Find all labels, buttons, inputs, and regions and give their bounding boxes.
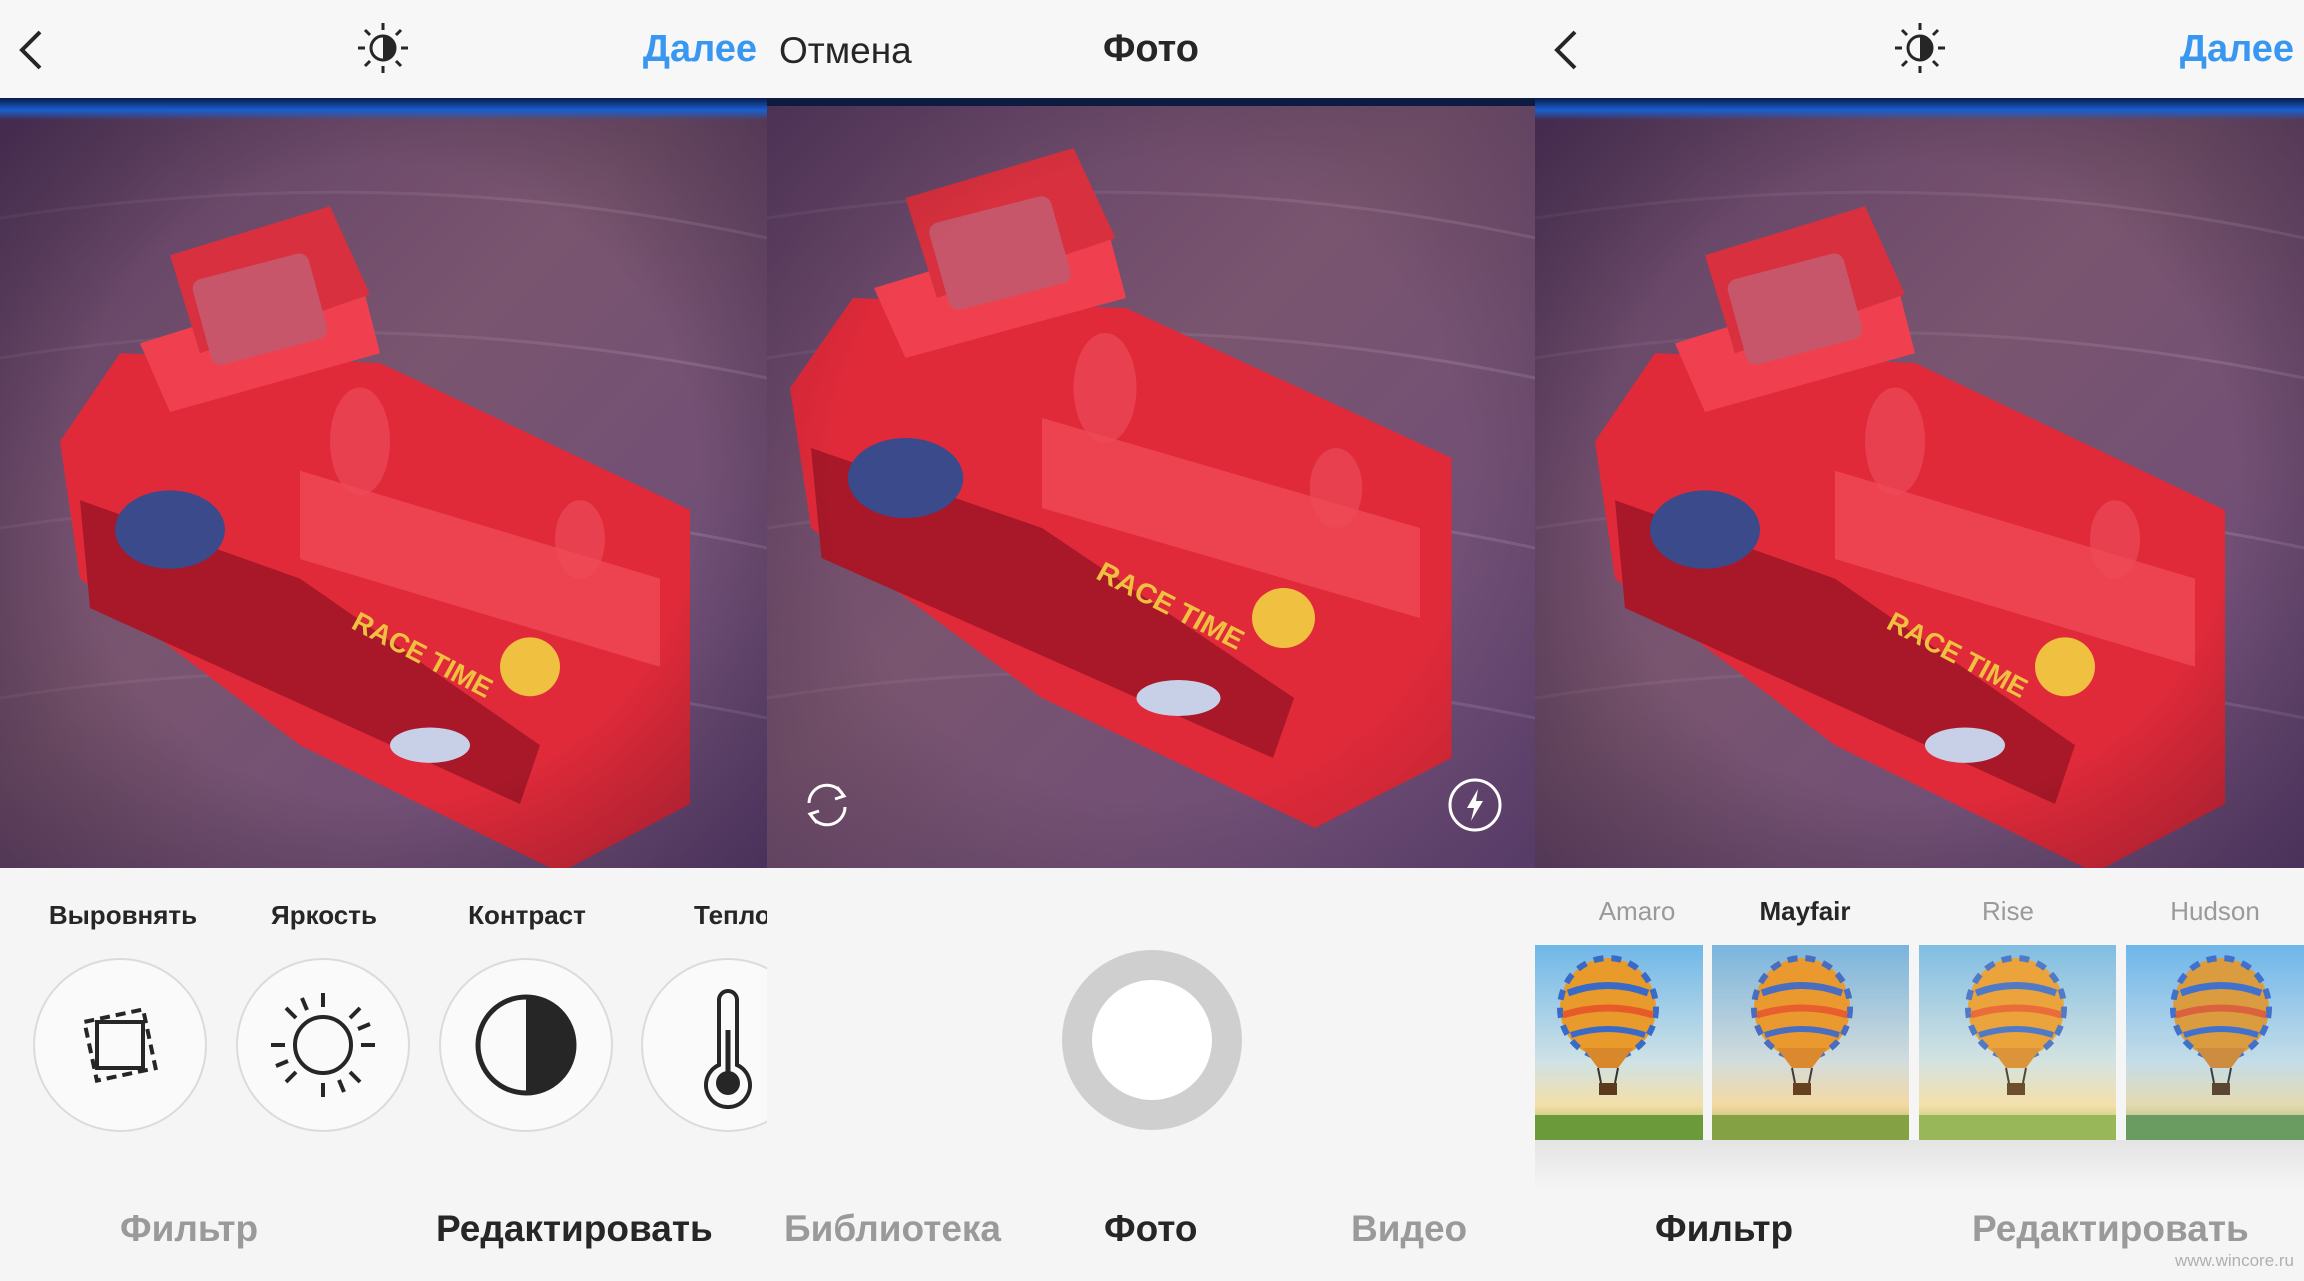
tool-label: Контраст bbox=[468, 900, 586, 930]
back-arrow-icon[interactable] bbox=[10, 24, 54, 76]
filter-topbar: Далее bbox=[1535, 0, 2304, 98]
photo-top-band bbox=[0, 98, 767, 120]
next-button[interactable]: Далее bbox=[643, 28, 757, 71]
tab-library[interactable]: Библиотека bbox=[784, 1208, 1001, 1250]
flash-icon[interactable] bbox=[1445, 775, 1505, 835]
lux-brightness-icon[interactable] bbox=[355, 20, 411, 76]
lux-brightness-icon[interactable] bbox=[1892, 20, 1948, 76]
tool-label: Тепло bbox=[694, 900, 767, 930]
shutter-button[interactable] bbox=[1062, 950, 1242, 1130]
filter-thumb-rise[interactable] bbox=[1919, 945, 2116, 1140]
edit-panel: Далее Выровнять Яркость Контраст Тепло Ф… bbox=[0, 0, 767, 1281]
tool-brightness[interactable]: Яркость bbox=[224, 900, 424, 931]
straighten-icon[interactable] bbox=[33, 958, 207, 1132]
filter-thumb-mayfair[interactable] bbox=[1712, 945, 1909, 1140]
camera-viewfinder[interactable] bbox=[767, 98, 1535, 868]
tab-video[interactable]: Видео bbox=[1351, 1208, 1467, 1250]
filter-panel: Далее Amaro Mayfair Rise Hudson Фильтр Р… bbox=[1535, 0, 2304, 1281]
photo-preview bbox=[0, 98, 767, 868]
tab-filter[interactable]: Фильтр bbox=[120, 1208, 258, 1250]
next-button[interactable]: Далее bbox=[2180, 28, 2294, 71]
tool-label: Выровнять bbox=[48, 900, 198, 930]
back-arrow-icon[interactable] bbox=[1545, 24, 1589, 76]
tool-straighten[interactable]: Выровнять bbox=[23, 900, 223, 931]
shutter-inner bbox=[1092, 980, 1212, 1100]
tab-edit[interactable]: Редактировать bbox=[1972, 1208, 2249, 1250]
switch-camera-icon[interactable] bbox=[797, 775, 857, 835]
tab-filter[interactable]: Фильтр bbox=[1655, 1208, 1793, 1250]
sun-icon[interactable] bbox=[236, 958, 410, 1132]
viewfinder-top-band bbox=[767, 98, 1535, 106]
edit-topbar: Далее bbox=[0, 0, 767, 98]
contrast-icon[interactable] bbox=[439, 958, 613, 1132]
thermometer-icon[interactable] bbox=[641, 958, 767, 1132]
photo-preview bbox=[1535, 98, 2304, 868]
filter-thumb-hudson[interactable] bbox=[2126, 945, 2304, 1140]
filter-label-mayfair[interactable]: Mayfair bbox=[1710, 896, 1900, 927]
filter-label-hudson[interactable]: Hudson bbox=[2120, 896, 2304, 927]
tool-warmth[interactable]: Тепло bbox=[630, 900, 767, 931]
filter-label-rise[interactable]: Rise bbox=[1913, 896, 2103, 927]
camera-topbar: Отмена Фото bbox=[767, 0, 1535, 98]
tool-label: Яркость bbox=[271, 900, 377, 930]
page-title: Фото bbox=[1102, 28, 1200, 70]
watermark: www.wincore.ru bbox=[2174, 1251, 2294, 1270]
camera-panel: Отмена Фото Библиотека Фото Видео bbox=[767, 0, 1535, 1281]
tool-contrast[interactable]: Контраст bbox=[427, 900, 627, 931]
filter-label-amaro[interactable]: Amaro bbox=[1542, 896, 1732, 927]
filter-thumb-amaro[interactable] bbox=[1535, 945, 1703, 1140]
photo-top-band bbox=[1535, 98, 2304, 120]
tab-photo[interactable]: Фото bbox=[1104, 1208, 1198, 1250]
tab-edit[interactable]: Редактировать bbox=[436, 1208, 713, 1250]
thumb-shadow bbox=[1535, 1140, 2304, 1190]
